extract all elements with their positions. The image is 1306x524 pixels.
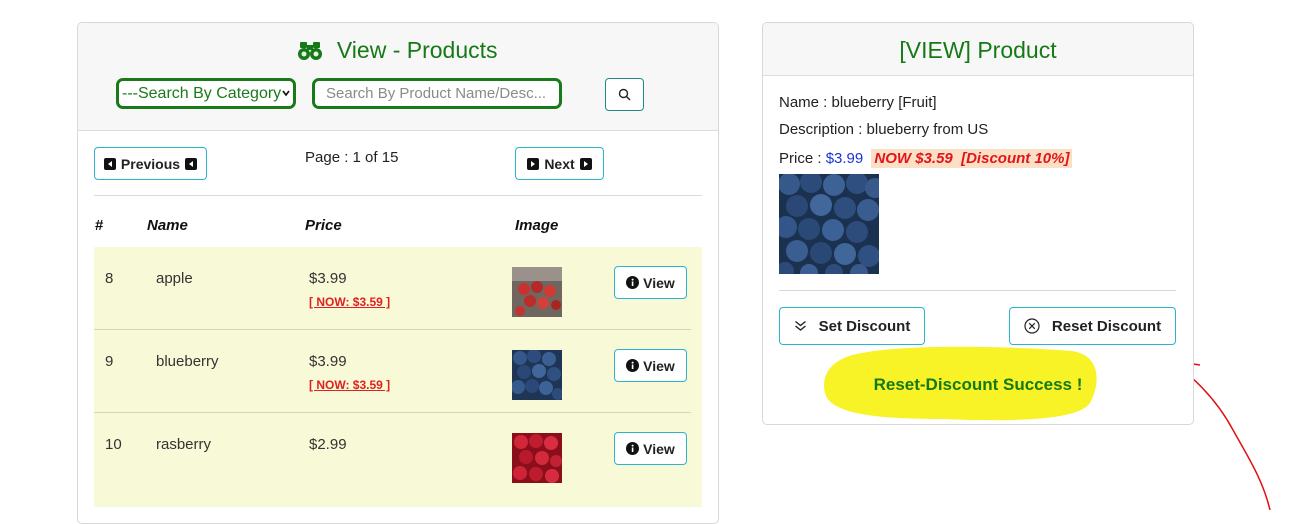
products-title-text: View - Products [336,37,498,63]
set-discount-button[interactable]: Set Discount [779,307,925,345]
view-button-label: View [643,440,675,457]
discount-badge: NOW $3.59 [Discount 10%] [871,149,1073,168]
row-discount-price: [ NOW: $3.59 ] [309,378,391,392]
row-price: $3.99 [309,353,347,370]
caret-left-square-icon [185,157,198,170]
search-icon [618,88,631,101]
rasberry-thumbnail[interactable] [512,433,562,483]
set-discount-label: Set Discount [818,317,911,335]
x-circle-icon [1024,318,1040,334]
view-button-label: View [643,274,675,291]
previous-button-label: Previous [120,155,181,172]
row-name: blueberry [156,353,219,370]
table-row: 8 apple $3.99 [ NOW: $3.59 ] View [94,247,702,330]
products-card: View - Products ---Search By Category Se… [77,22,719,524]
info-circle-icon [626,359,640,372]
price-label: Price : [779,150,826,167]
product-detail-title: [VIEW] Product [899,37,1057,63]
column-header-name: Name [147,217,188,234]
chevron-down-icon [282,90,290,97]
price-value: $3.99 [825,150,864,167]
table-row: 10 rasberry $2.99 View [94,413,702,496]
caret-left-square-icon [103,157,116,170]
row-price: $3.99 [309,270,347,287]
product-name-line: Name : blueberry [Fruit] [779,94,937,111]
next-button-label: Next [544,155,575,172]
previous-button[interactable]: Previous [94,147,207,180]
search-input[interactable]: Search By Product Name/Desc... [312,78,562,109]
success-message: Reset-Discount Success ! [873,375,1083,394]
row-name: rasberry [156,436,212,453]
row-number: 9 [105,353,114,370]
products-title: View - Products [78,37,718,64]
products-table-body: 8 apple $3.99 [ NOW: $3.59 ] View 9 blue… [94,247,702,507]
column-header-number: # [95,217,104,234]
view-button[interactable]: View [614,432,687,465]
column-header-price: Price [305,217,342,234]
view-button-label: View [643,357,675,374]
blueberry-product-image [779,174,879,274]
apple-thumbnail[interactable] [512,267,562,317]
double-chevron-down-icon [794,320,806,331]
info-circle-icon [626,276,640,289]
caret-right-square-icon [527,157,540,170]
detail-divider [779,290,1176,291]
category-select[interactable]: ---Search By Category [116,78,296,109]
row-name: apple [156,270,193,287]
view-button[interactable]: View [614,349,687,382]
products-card-header: View - Products ---Search By Category Se… [78,23,718,131]
next-button[interactable]: Next [515,147,604,180]
search-input-placeholder: Search By Product Name/Desc... [326,85,547,102]
pager-divider [94,195,702,196]
view-button[interactable]: View [614,266,687,299]
category-select-value: ---Search By Category [122,85,282,102]
info-circle-icon [626,442,640,455]
row-number: 8 [105,270,114,287]
reset-discount-button[interactable]: Reset Discount [1009,307,1176,345]
table-row: 9 blueberry $3.99 [ NOW: $3.59 ] View [94,330,702,413]
page-indicator: Page : 1 of 15 [305,149,399,166]
reset-discount-label: Reset Discount [1051,317,1162,335]
binoculars-icon [298,42,323,60]
product-description-line: Description : blueberry from US [779,121,989,138]
blueberry-thumbnail[interactable] [512,350,562,400]
row-discount-price: [ NOW: $3.59 ] [309,295,391,309]
product-price-line: Price : $3.99 NOW $3.59 [Discount 10%] [779,149,1073,168]
row-price: $2.99 [309,436,347,453]
search-button[interactable] [605,78,644,111]
column-header-image: Image [515,217,559,234]
row-number: 10 [105,436,122,453]
product-detail-header: [VIEW] Product [763,23,1193,76]
caret-right-square-icon [579,157,592,170]
